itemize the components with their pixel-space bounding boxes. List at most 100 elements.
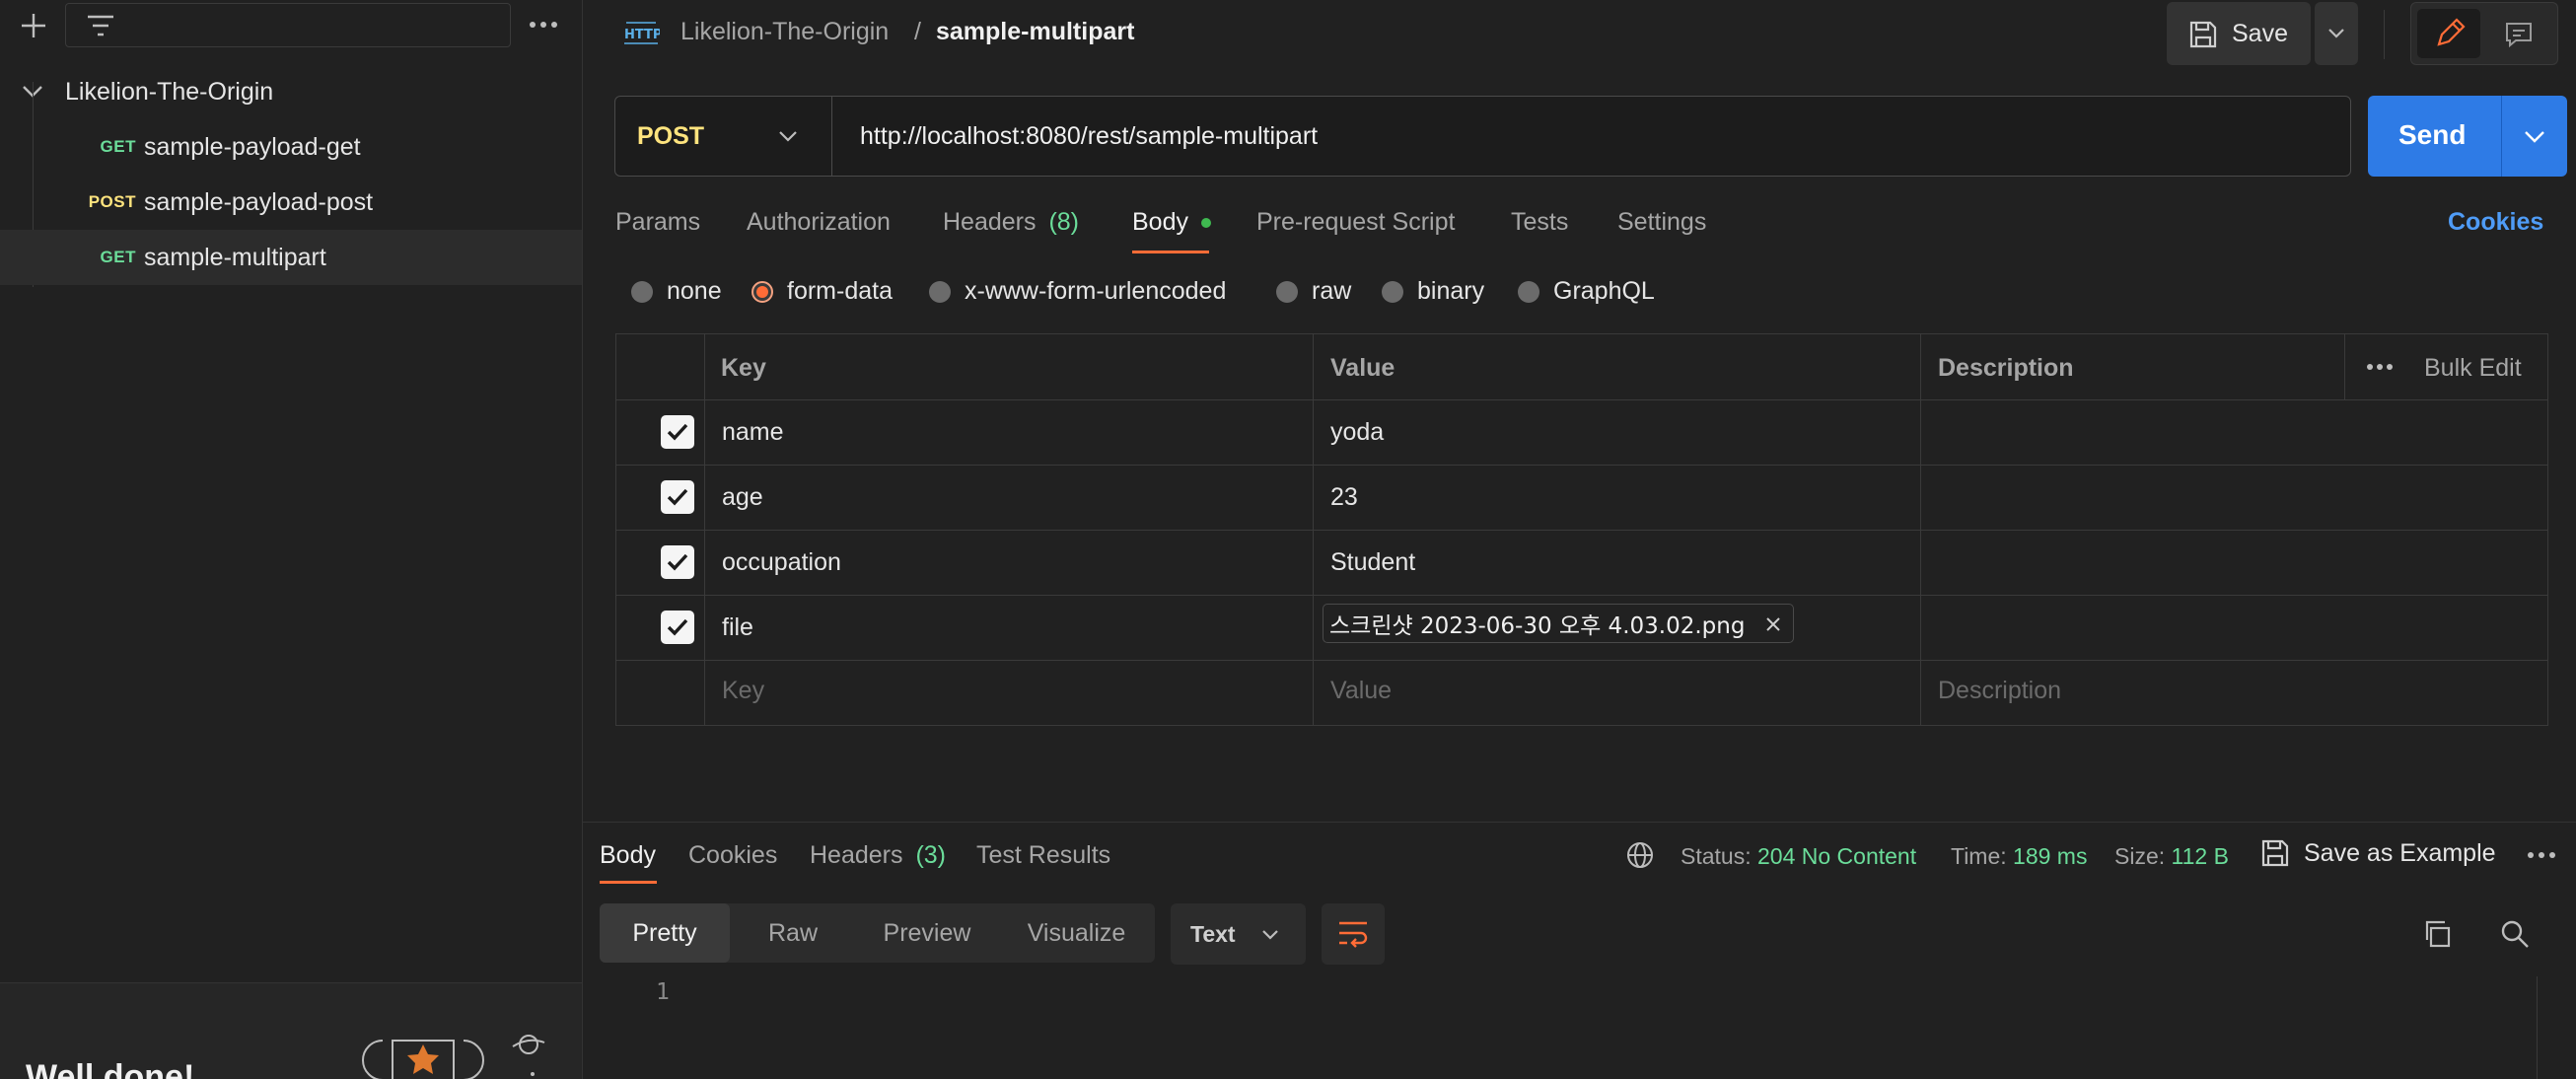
column-header-key: Key — [721, 354, 766, 382]
radio-button[interactable] — [929, 280, 951, 303]
view-pretty[interactable]: Pretty — [600, 903, 730, 963]
key-cell[interactable]: file — [722, 613, 753, 642]
edit-pencil-icon[interactable] — [2417, 9, 2480, 58]
sidebar-search-input[interactable] — [65, 3, 511, 47]
row-divider — [616, 595, 2547, 596]
globe-icon[interactable] — [1625, 840, 1655, 870]
save-as-example-button[interactable]: Save as Example — [2260, 838, 2496, 868]
method-select[interactable]: POST — [615, 97, 832, 176]
tab-settings[interactable]: Settings — [1617, 208, 1706, 237]
search-icon[interactable] — [2500, 919, 2530, 949]
row-checkbox[interactable] — [661, 415, 694, 449]
time-readout[interactable]: Time: 189 ms — [1951, 843, 2087, 870]
cookies-link[interactable]: Cookies — [2448, 208, 2543, 237]
save-button[interactable]: Save — [2167, 2, 2311, 65]
request-item[interactable]: GET sample-payload-get — [0, 119, 582, 175]
response-tab-headers[interactable]: Headers (3) — [810, 841, 946, 870]
column-divider — [2344, 334, 2345, 399]
tab-body[interactable]: Body — [1132, 208, 1211, 237]
radio-binary[interactable]: binary — [1382, 277, 1484, 306]
response-more-icon[interactable] — [2527, 850, 2556, 860]
view-raw[interactable]: Raw — [730, 903, 856, 963]
wrap-lines-button[interactable] — [1322, 903, 1385, 965]
response-tab-test-results[interactable]: Test Results — [976, 841, 1110, 870]
description-placeholder[interactable]: Description — [1938, 677, 2061, 705]
table-more-icon[interactable] — [2366, 363, 2394, 371]
file-chip[interactable]: 스크린샷 2023-06-30 오후 4.03.02.png — [1323, 604, 1794, 643]
format-select[interactable]: Text — [1171, 903, 1306, 965]
radio-button[interactable] — [1518, 280, 1539, 303]
tab-params[interactable]: Params — [615, 208, 700, 237]
chevron-down-icon — [2327, 28, 2345, 39]
value-cell[interactable]: 23 — [1330, 483, 1358, 512]
row-divider — [616, 465, 2547, 466]
radio-x-www-form-urlencoded[interactable]: x-www-form-urlencoded — [929, 277, 1226, 306]
key-placeholder[interactable]: Key — [722, 677, 764, 705]
tab-body-underline — [1132, 251, 1209, 253]
send-button[interactable]: Send — [2368, 96, 2567, 177]
time-value: 189 ms — [2013, 843, 2088, 869]
filter-icon[interactable] — [86, 14, 115, 37]
radio-button[interactable] — [631, 280, 653, 303]
status-code: 204 — [1757, 843, 1796, 869]
sidebar-more-icon[interactable] — [529, 20, 558, 30]
comment-icon[interactable] — [2504, 21, 2534, 48]
request-item[interactable]: GET sample-multipart — [0, 230, 582, 285]
value-placeholder[interactable]: Value — [1330, 677, 1392, 705]
value-cell[interactable]: yoda — [1330, 418, 1384, 447]
save-as-example-label: Save as Example — [2304, 838, 2496, 867]
save-icon — [2188, 20, 2218, 49]
header-divider — [2384, 10, 2385, 59]
value-cell[interactable]: Student — [1330, 548, 1415, 577]
wrap-lines-icon — [1337, 919, 1369, 949]
radio-button[interactable] — [1382, 280, 1403, 303]
response-tab-headers-count: (3) — [915, 841, 947, 869]
editor-scrollbar[interactable] — [2537, 976, 2538, 1079]
row-checkbox[interactable] — [661, 611, 694, 644]
view-visualize[interactable]: Visualize — [998, 903, 1155, 963]
bulk-edit-button[interactable]: Bulk Edit — [2424, 354, 2522, 383]
url-input[interactable]: http://localhost:8080/rest/sample-multip… — [860, 122, 1318, 151]
close-icon[interactable] — [1765, 616, 1781, 632]
key-cell[interactable]: name — [722, 418, 784, 447]
status-label: Status: — [1681, 843, 1752, 869]
copy-icon[interactable] — [2422, 919, 2452, 949]
new-plus-icon[interactable] — [20, 12, 47, 39]
view-preview[interactable]: Preview — [856, 903, 998, 963]
radio-none[interactable]: none — [631, 277, 722, 306]
radio-form-data[interactable]: form-data — [751, 277, 893, 306]
form-data-table: Key Value Description Bulk Edit name yod… — [615, 333, 2548, 726]
response-tab-body[interactable]: Body — [600, 841, 656, 870]
key-cell[interactable]: age — [722, 483, 763, 512]
key-cell[interactable]: occupation — [722, 548, 841, 577]
save-dropdown-button[interactable] — [2315, 2, 2358, 65]
row-divider — [616, 530, 2547, 531]
radio-button-selected[interactable] — [751, 280, 773, 303]
save-icon — [2260, 838, 2290, 868]
column-header-description: Description — [1938, 354, 2074, 382]
chevron-down-icon[interactable] — [2524, 130, 2545, 144]
response-tab-cookies[interactable]: Cookies — [688, 841, 777, 870]
method-tag: GET — [100, 137, 136, 156]
status-readout[interactable]: Status: 204 No Content — [1681, 843, 1916, 870]
breadcrumb-parent[interactable]: Likelion-The-Origin — [680, 18, 889, 46]
size-readout[interactable]: Size: 112 B — [2114, 843, 2229, 870]
radio-button[interactable] — [1276, 280, 1298, 303]
tab-prerequest-script[interactable]: Pre-request Script — [1256, 208, 1455, 237]
response-view-tabs: Pretty Raw Preview Visualize — [600, 903, 1155, 963]
tab-authorization[interactable]: Authorization — [747, 208, 891, 237]
request-title[interactable]: sample-multipart — [936, 18, 1134, 46]
request-item[interactable]: POST sample-payload-post — [0, 175, 582, 230]
row-checkbox[interactable] — [661, 480, 694, 514]
response-divider[interactable] — [583, 822, 2576, 823]
collection-item[interactable]: Likelion-The-Origin — [0, 64, 582, 119]
radio-graphql[interactable]: GraphQL — [1518, 277, 1655, 306]
size-label: Size: — [2114, 843, 2166, 869]
svg-text:HTTP: HTTP — [624, 28, 660, 42]
tab-tests[interactable]: Tests — [1511, 208, 1568, 237]
radio-raw[interactable]: raw — [1276, 277, 1351, 306]
sidebar: Likelion-The-Origin GET sample-payload-g… — [0, 0, 583, 1079]
row-checkbox[interactable] — [661, 545, 694, 579]
tab-headers[interactable]: Headers (8) — [943, 208, 1079, 237]
radio-label: none — [667, 277, 722, 305]
